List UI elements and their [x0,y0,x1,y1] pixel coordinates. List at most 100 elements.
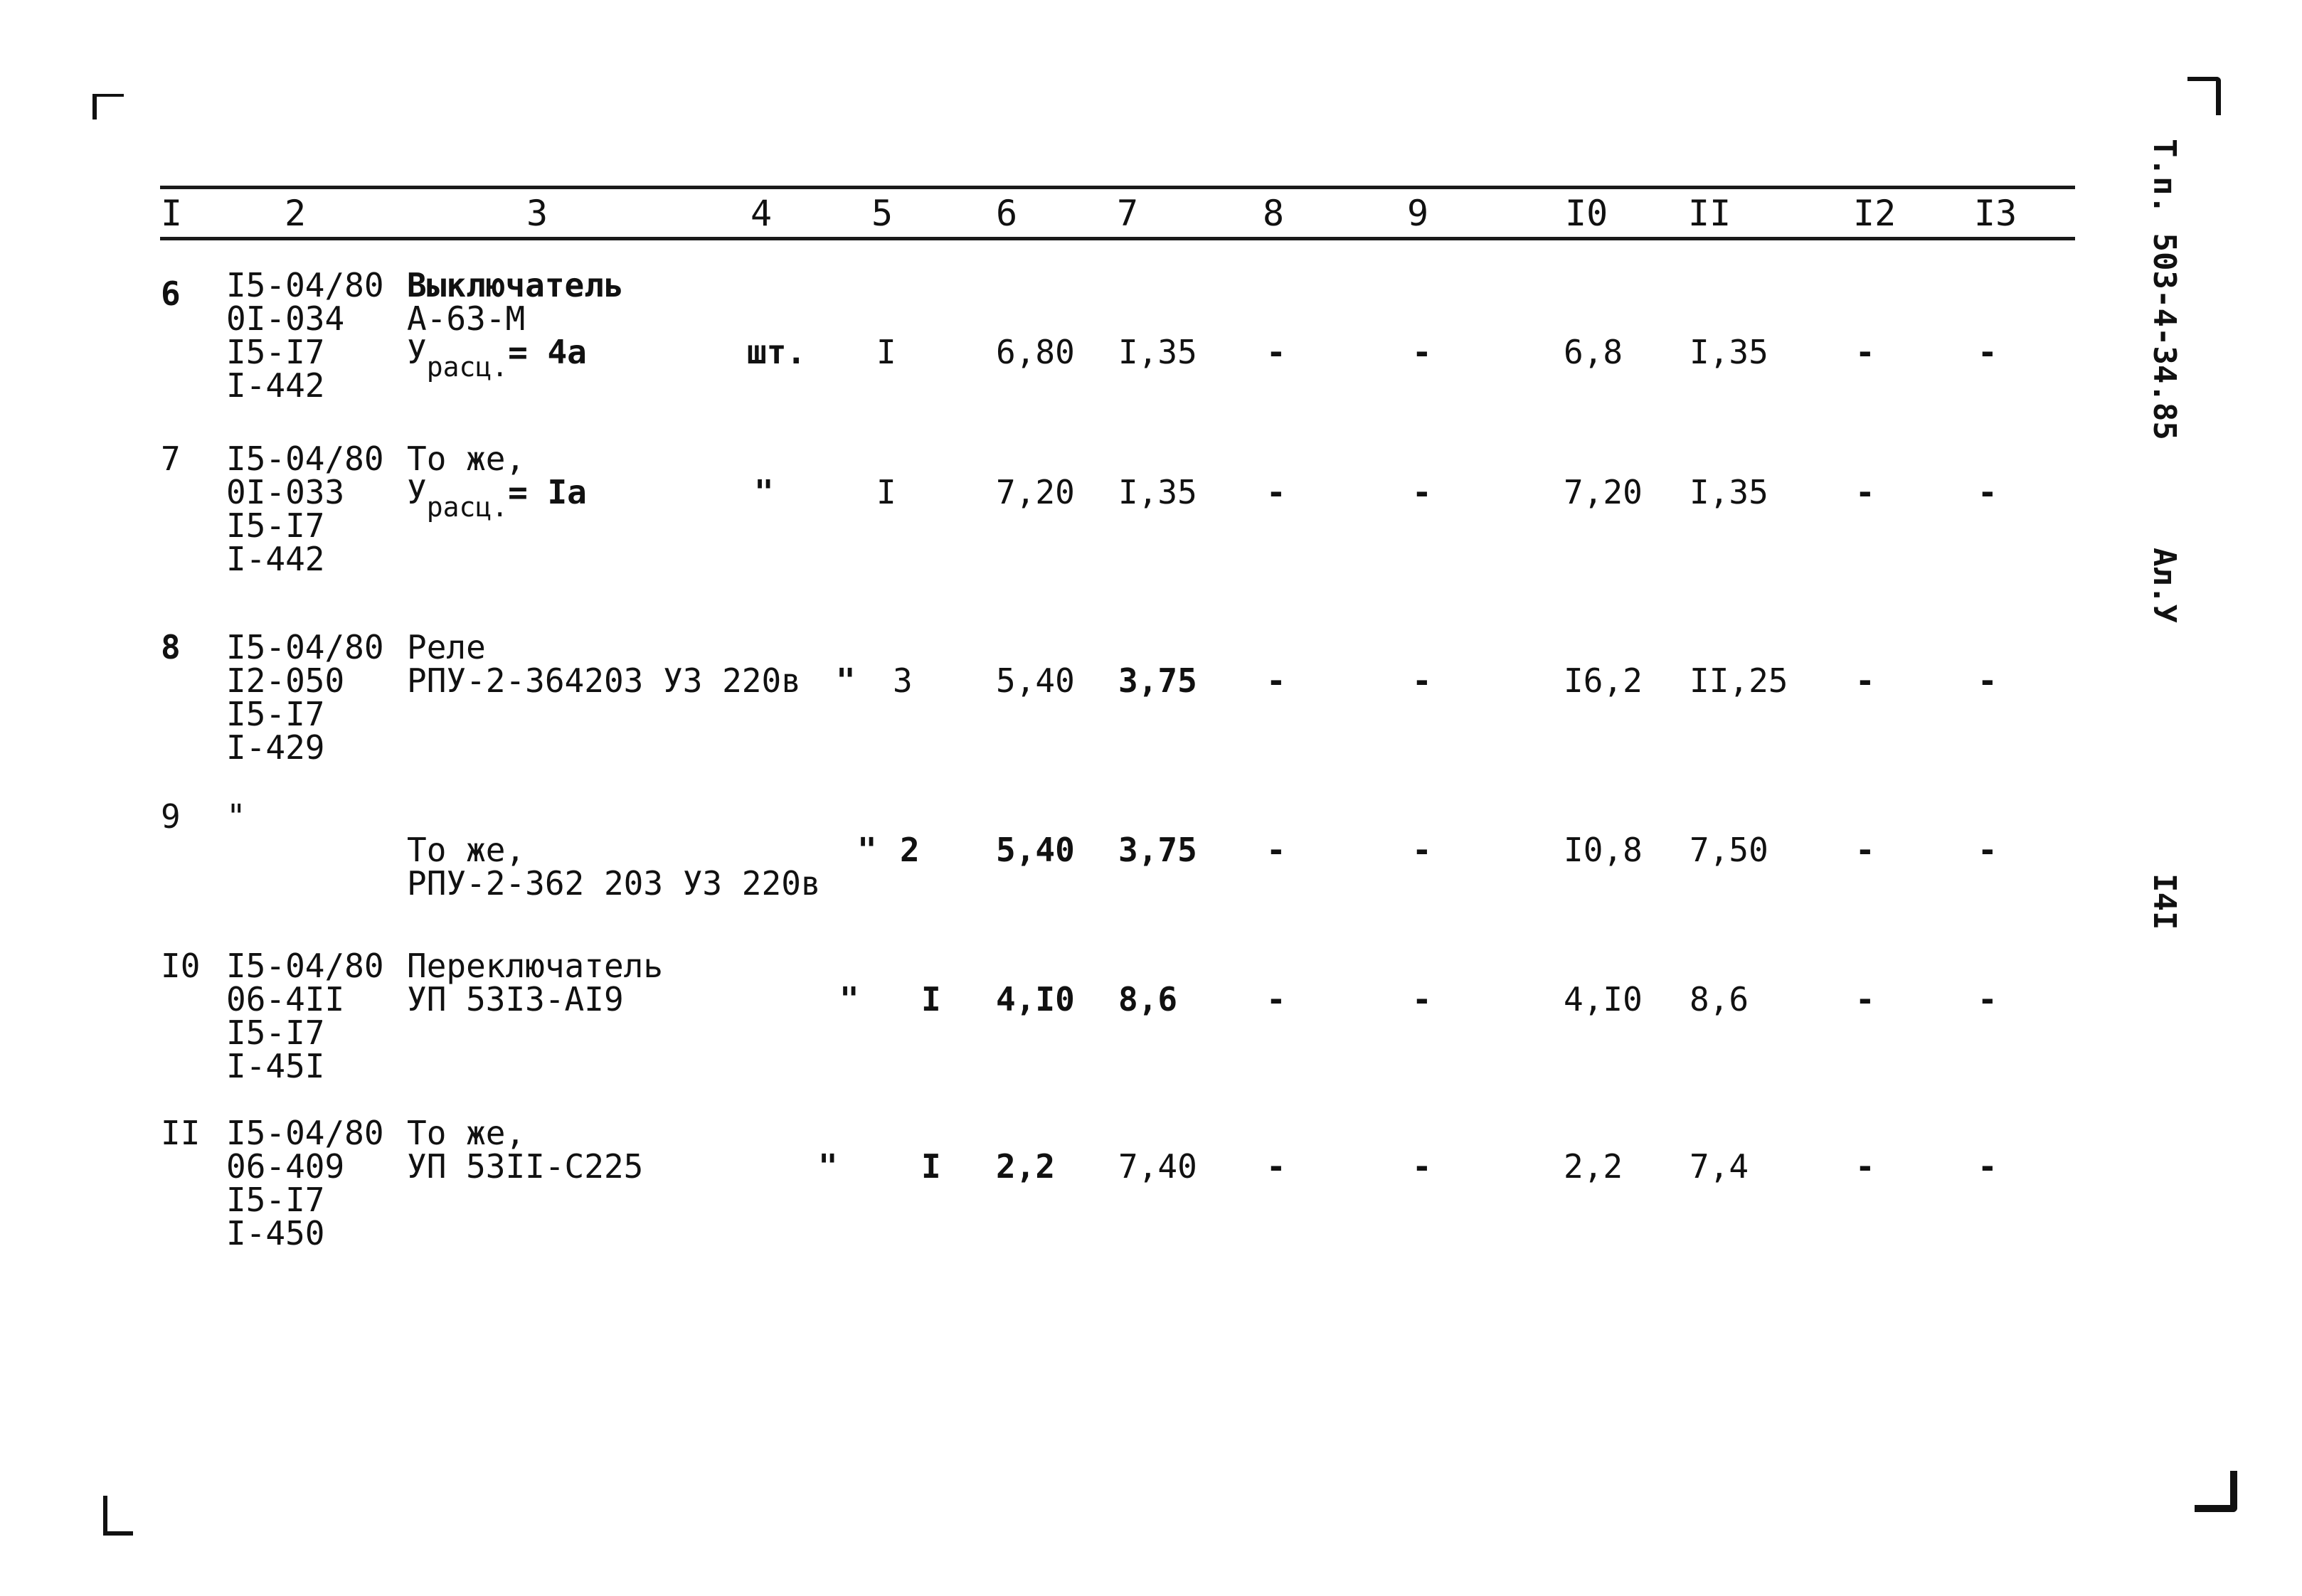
value-c12: - [1855,831,1875,869]
price-code-line: 06-409 [226,1147,345,1186]
rated-current-symbol: У [407,473,427,511]
value-c12: - [1855,333,1875,371]
unit: " [836,661,856,700]
value-c10: I0,8 [1564,831,1643,869]
corner-mark-top-left [92,94,124,119]
column-header: 3 [526,193,548,234]
row-number: 9 [161,797,181,836]
price-code-line: I-429 [226,728,325,767]
value-c8: - [1266,473,1286,511]
corner-mark-bottom-left [103,1496,133,1536]
value-c10: 2,2 [1564,1147,1623,1186]
value-c11: I,35 [1690,473,1768,511]
price-code-line: I5-I7 [226,506,325,545]
price-code-line: I5-04/80 [226,1114,384,1152]
document-designation: Т.п. 503-4-34.85 [2146,139,2182,440]
item-name-line: Переключатель [407,947,664,985]
value-c9: - [1412,473,1432,511]
unit: " [818,1147,838,1186]
price-code-line: I5-04/80 [226,440,384,478]
item-name-line: То же, [407,1114,526,1152]
price-code-line: 0I-033 [226,473,345,511]
quantity: I [876,473,896,511]
rated-current: Урасц.= 4а [407,333,587,383]
value-c8: - [1266,1147,1286,1186]
value-c13: - [1978,333,1998,371]
item-name-line: УП 53I3-АI9 [407,980,624,1018]
item-name-line: Реле [407,628,486,666]
value-c8: - [1266,831,1286,869]
value-c6: 5,40 [996,661,1075,700]
quantity: 3 [893,661,913,700]
unit: " [839,980,859,1018]
price-code-line: I5-04/80 [226,266,384,304]
unit: " [754,473,774,511]
value-c13: - [1978,831,1998,869]
value-c11: 7,4 [1690,1147,1749,1186]
price-code-line: I2-050 [226,661,345,700]
album-label: Ал.У [2146,548,2182,623]
value-c6: 5,40 [996,831,1075,869]
value-c8: - [1266,661,1286,700]
rated-current-subscript: расц. [426,351,509,383]
table-top-rule [160,186,2075,189]
rated-current: Урасц.= Iа [407,473,587,523]
value-c7: 7,40 [1118,1147,1197,1186]
column-header: II [1688,193,1731,234]
corner-mark-top-right [2187,77,2221,115]
value-c6: 2,2 [996,1147,1056,1186]
value-c13: - [1978,1147,1998,1186]
value-c13: - [1978,473,1998,511]
column-header: 8 [1263,193,1285,234]
price-code-line: 0I-034 [226,299,345,338]
value-c9: - [1412,831,1432,869]
value-c11: 8,6 [1690,980,1749,1018]
item-name-line: РПУ-2-362 203 У3 220в [407,864,821,903]
row-number: 6 [161,275,181,313]
column-header: 5 [871,193,893,234]
value-c13: - [1978,980,1998,1018]
value-c12: - [1855,473,1875,511]
price-code-line: I-450 [226,1214,325,1252]
quantity: I [921,1147,941,1186]
value-c6: 4,I0 [996,980,1075,1018]
rated-current-value: = Iа [508,473,587,511]
row-number: II [161,1114,201,1152]
column-header: I [161,193,183,234]
item-name-line: То же, [407,831,526,869]
price-code-line: I-442 [226,366,325,405]
row-number: 8 [161,628,181,666]
value-c10: 7,20 [1564,473,1643,511]
value-c8: - [1266,333,1286,371]
value-c6: 6,80 [996,333,1075,371]
row-number: I0 [161,947,201,985]
value-c7: 3,75 [1118,661,1197,700]
item-name-line: РПУ-2-364203 У3 220в [407,661,801,700]
price-code-line: I5-I7 [226,695,325,733]
value-c9: - [1412,980,1432,1018]
column-header: 4 [750,193,773,234]
column-header: 7 [1117,193,1139,234]
rated-current-value: = 4а [508,333,587,371]
value-c11: 7,50 [1690,831,1768,869]
value-c12: - [1855,661,1875,700]
value-c9: - [1412,661,1432,700]
price-code-line: I5-I7 [226,1181,325,1219]
value-c11: II,25 [1690,661,1788,700]
quantity: 2 [900,831,920,869]
rated-current-subscript: расц. [426,491,509,523]
price-code-line: I-442 [226,540,325,578]
value-c11: I,35 [1690,333,1768,371]
price-code-line: " [226,797,246,836]
value-c9: - [1412,333,1432,371]
item-name-line: А-63-М [407,299,526,338]
column-header: I2 [1853,193,1897,234]
table-header-rule [160,237,2075,240]
quantity: I [876,333,896,371]
row-number: 7 [161,440,181,478]
column-header: 9 [1407,193,1429,234]
value-c9: - [1412,1147,1432,1186]
unit: шт. [747,333,807,371]
corner-mark-bottom-right [2195,1471,2237,1512]
value-c10: 4,I0 [1564,980,1643,1018]
